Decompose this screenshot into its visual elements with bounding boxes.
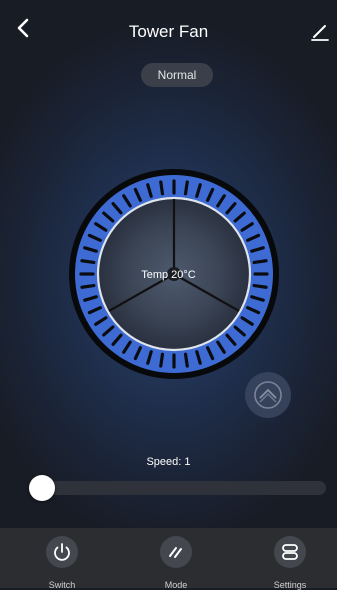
dial-tick [183, 180, 189, 196]
bottom-nav: Switch Mode Settings [0, 528, 337, 590]
dial-tick [183, 352, 189, 368]
dial-tick [252, 283, 268, 289]
oscillate-button[interactable] [245, 372, 291, 418]
temperature-label: Temp 20°C [141, 269, 196, 281]
dial-tick [159, 180, 165, 196]
power-icon [54, 543, 70, 561]
speed-slider-track[interactable] [30, 481, 326, 495]
nav-switch-label: Switch [48, 580, 76, 590]
swing-icon [254, 381, 282, 409]
nav-mode-label: Mode [164, 580, 188, 590]
settings-icon [282, 544, 298, 560]
edit-pencil-icon[interactable] [309, 20, 331, 42]
speed-slider-thumb[interactable] [29, 475, 55, 501]
mode-slashes-icon [169, 547, 182, 558]
nav-mode[interactable]: Mode [141, 536, 211, 590]
mode-badge[interactable]: Normal [141, 63, 213, 87]
dial-tick [252, 259, 268, 265]
dial-tick [159, 352, 165, 368]
nav-settings-label: Settings [273, 580, 307, 590]
speed-label: Speed: 1 [146, 456, 191, 468]
dial-tick [80, 283, 96, 289]
page-title: Tower Fan [128, 22, 209, 41]
dial-tick [80, 259, 96, 265]
nav-switch[interactable]: Switch [27, 536, 97, 590]
nav-settings[interactable]: Settings [255, 536, 325, 590]
header: Tower Fan [0, 0, 337, 60]
